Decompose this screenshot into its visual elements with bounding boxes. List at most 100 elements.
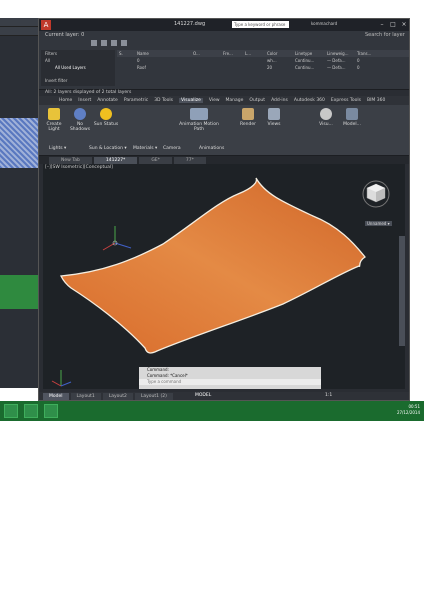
- tab-3d-tools[interactable]: 3D Tools: [154, 98, 173, 103]
- roof-mesh-icon[interactable]: [59, 177, 366, 354]
- tab-output[interactable]: Output: [249, 98, 265, 103]
- tab-parametric[interactable]: Parametric: [124, 98, 148, 103]
- col-name[interactable]: Name: [137, 50, 193, 57]
- cell: — Defa...: [327, 58, 346, 63]
- tab-layout2[interactable]: Layout2: [102, 393, 133, 400]
- views-button[interactable]: Views: [261, 108, 287, 127]
- tab-layout1[interactable]: Layout1: [70, 393, 101, 400]
- taskbar: 00:51 27/12/2014: [0, 401, 424, 421]
- annotation-scale[interactable]: 1:1: [325, 393, 332, 398]
- filters-label: Filters: [45, 51, 57, 56]
- tab-141227[interactable]: 141227*: [93, 156, 138, 164]
- tab-ge[interactable]: GE*: [139, 156, 172, 164]
- set-current-icon[interactable]: [121, 40, 127, 46]
- command-input[interactable]: Type a command: [139, 379, 321, 385]
- tab-new-tab[interactable]: New Tab: [49, 156, 92, 164]
- tab-view[interactable]: View: [209, 98, 220, 103]
- delete-layer-icon[interactable]: [111, 40, 117, 46]
- render-button[interactable]: Render: [235, 108, 261, 127]
- ucs-icon: [102, 226, 132, 251]
- tab-bim-360[interactable]: BIM 360: [367, 98, 385, 103]
- system-clock[interactable]: 00:51 27/12/2014: [397, 404, 420, 416]
- group-lights[interactable]: Lights ▾: [49, 146, 66, 151]
- cell: [223, 64, 245, 71]
- new-vp-layer-icon[interactable]: [101, 40, 107, 46]
- taskbar-app-icon[interactable]: [44, 404, 58, 418]
- search-input[interactable]: Type a keyword or phrase: [232, 21, 289, 28]
- cell: 0: [137, 58, 140, 63]
- col-color[interactable]: Color: [267, 50, 295, 57]
- col-transparency[interactable]: Trans...: [357, 50, 407, 57]
- tab-express-tools[interactable]: Express Tools: [331, 98, 361, 103]
- user-name[interactable]: kommachard: [311, 21, 337, 26]
- cell: 0: [357, 65, 360, 70]
- render-icon: [242, 108, 254, 120]
- col-freeze[interactable]: Fre...: [223, 50, 245, 57]
- no-shadows-button[interactable]: No Shadows: [67, 108, 93, 132]
- create-light-label: Create Light: [46, 122, 62, 132]
- filter-all-used[interactable]: All Used Layers: [41, 64, 115, 71]
- viewcube[interactable]: [361, 174, 391, 214]
- new-layer-icon[interactable]: [91, 40, 97, 46]
- animation-motion-path-button[interactable]: Animation Motion Path: [179, 108, 219, 132]
- sun-icon: [100, 108, 112, 120]
- model-viewports-button[interactable]: Model...: [339, 108, 365, 127]
- cell: — Defa...: [327, 65, 346, 70]
- maximize-icon[interactable]: □: [388, 20, 398, 29]
- tab-77[interactable]: 77*: [173, 156, 206, 164]
- group-materials[interactable]: Materials ▾: [133, 146, 157, 151]
- table-row[interactable]: Roof 20 Continu... — Defa... 0: [117, 64, 409, 71]
- layer-status-text: All: 2 layers displayed of 2 total layer…: [45, 90, 132, 95]
- current-layer: Current layer: 0: [45, 32, 85, 38]
- minimize-icon[interactable]: –: [377, 20, 387, 29]
- navigation-bar[interactable]: [399, 236, 405, 346]
- tab-add-ins[interactable]: Add-ins: [271, 98, 288, 103]
- start-icon[interactable]: [4, 404, 18, 418]
- visual-styles-icon: [320, 108, 332, 120]
- model-space-toggle[interactable]: MODEL: [195, 393, 211, 398]
- roof-surface[interactable]: [43, 164, 405, 389]
- create-light-button[interactable]: Create Light: [41, 108, 67, 132]
- tab-manage[interactable]: Manage: [226, 98, 244, 103]
- invert-filter-checkbox[interactable]: Invert filter: [41, 77, 115, 84]
- status-bar: Model Layout1 Layout2 Layout1 (2) MODEL …: [39, 392, 409, 400]
- views-label: Views: [267, 122, 281, 127]
- col-on[interactable]: O...: [193, 50, 223, 57]
- layer-search[interactable]: Search for layer: [365, 32, 405, 38]
- cell: [117, 64, 137, 71]
- col-linetype[interactable]: Linetype: [295, 50, 327, 57]
- unnamed-ucs-dropdown[interactable]: Unnamed ▾: [365, 221, 392, 226]
- cell: [117, 57, 137, 64]
- viewports-icon: [346, 108, 358, 120]
- file-tabs: New Tab 141227* GE* 77*: [39, 156, 409, 164]
- background-app-window: [0, 18, 38, 388]
- sun-status-button[interactable]: Sun Status: [93, 108, 119, 127]
- tab-insert[interactable]: Insert: [78, 98, 91, 103]
- close-icon[interactable]: ×: [399, 20, 409, 29]
- filter-all[interactable]: All: [41, 57, 115, 64]
- taskbar-app-icon[interactable]: [24, 404, 38, 418]
- tab-autodesk-360[interactable]: Autodesk 360: [294, 98, 325, 103]
- visual-styles-button[interactable]: Visu...: [313, 108, 339, 127]
- app-menu-icon[interactable]: A: [41, 20, 51, 30]
- world-axes-icon: [51, 370, 72, 387]
- layer-toolbar: [91, 40, 191, 46]
- tab-annotate[interactable]: Annotate: [97, 98, 118, 103]
- col-status[interactable]: S.: [117, 50, 137, 57]
- bg-app-mesh-preview: [0, 118, 38, 168]
- bg-app-titlebar: [0, 18, 38, 27]
- tab-visualize[interactable]: Visualize: [179, 98, 203, 103]
- col-lineweight[interactable]: Lineweig...: [327, 50, 357, 57]
- drawing-viewport[interactable]: [–][SW Isometric][Conceptual] Unnamed ▾ …: [43, 164, 405, 389]
- tab-layout1-2[interactable]: Layout1 (2): [134, 393, 173, 400]
- command-window: Command: Command: *Cancel* Type a comman…: [139, 367, 321, 389]
- group-animations[interactable]: Animations: [199, 146, 224, 151]
- group-camera[interactable]: Camera: [163, 146, 181, 151]
- tab-model[interactable]: Model: [43, 393, 69, 400]
- col-lock[interactable]: L...: [245, 50, 267, 57]
- table-row[interactable]: 0 wh... Continu... — Defa... 0: [117, 57, 409, 64]
- cell: [223, 57, 245, 64]
- cell: 20: [267, 65, 273, 70]
- group-sun-location[interactable]: Sun & Location ▾: [89, 146, 127, 151]
- tab-home[interactable]: Home: [59, 98, 72, 103]
